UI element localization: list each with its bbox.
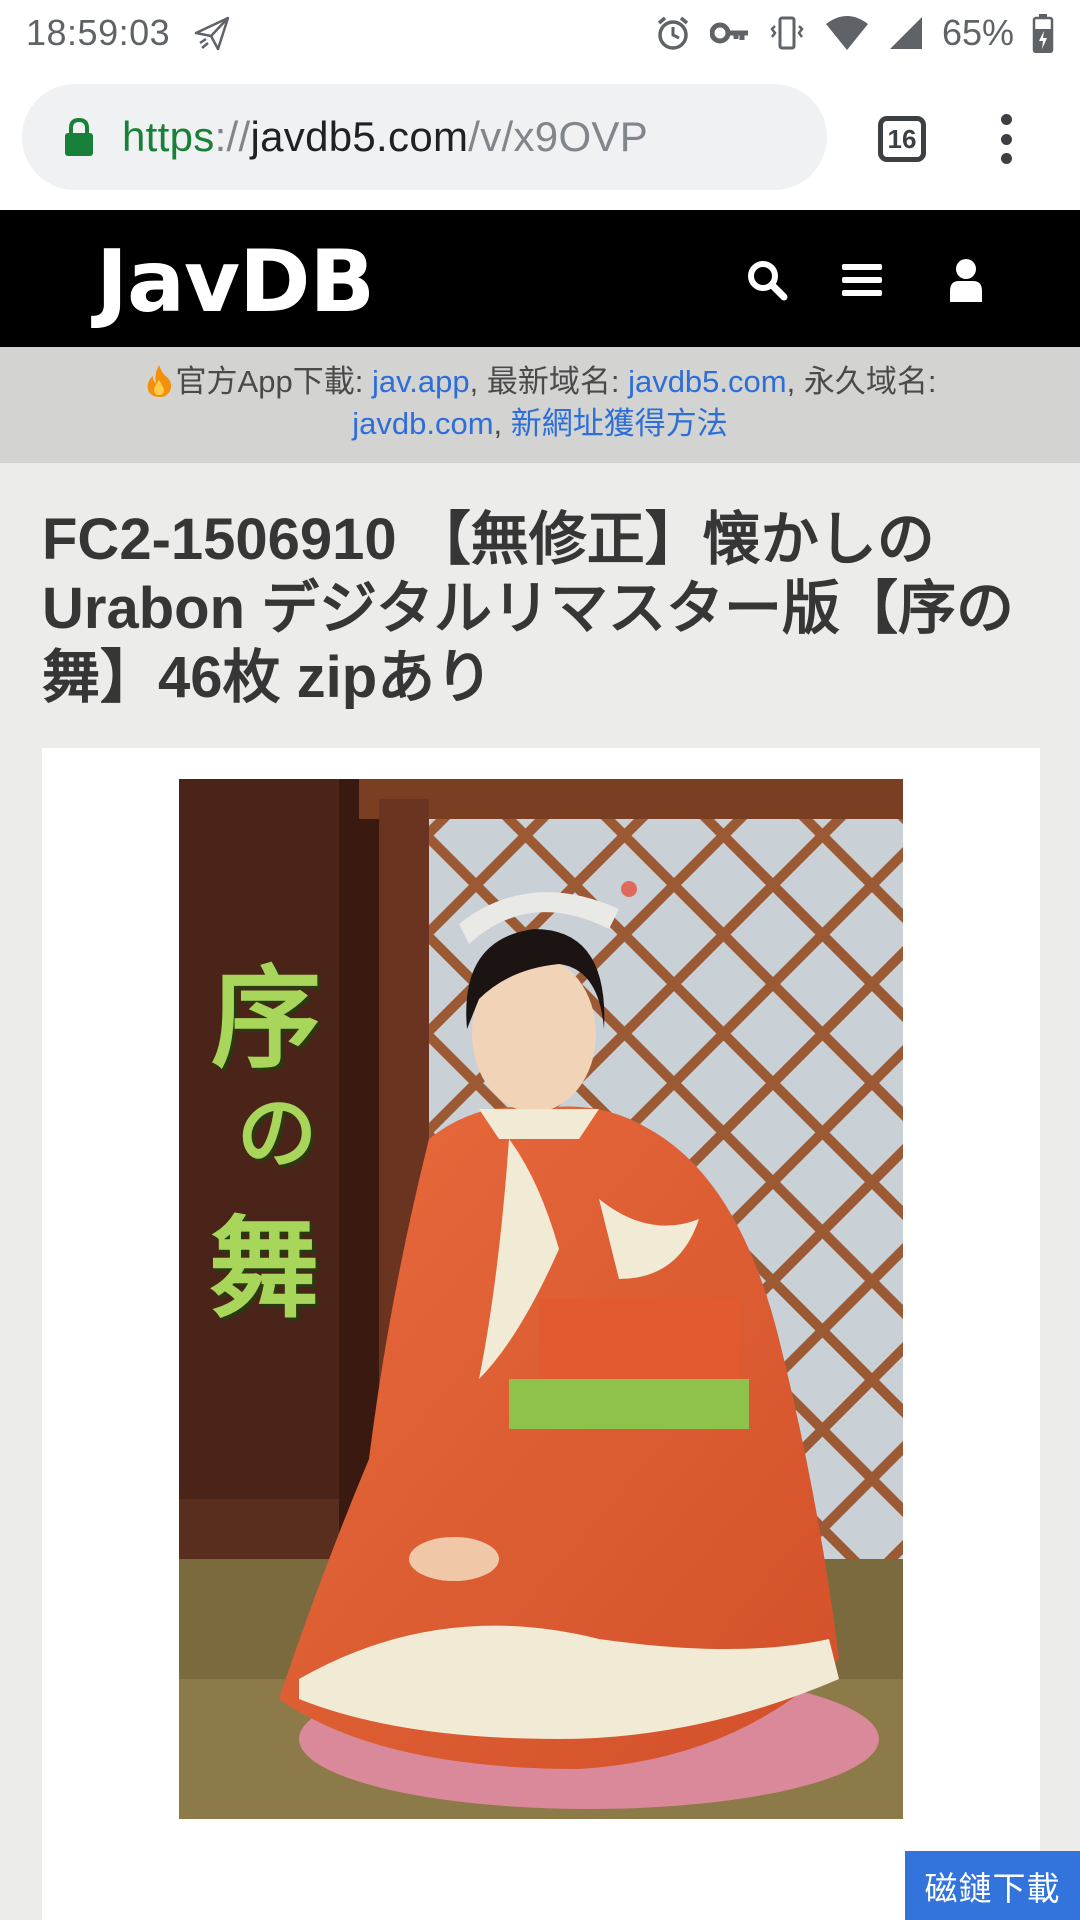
cover-title-1: 序 [211,954,321,1083]
tab-switcher-button[interactable]: 16 [878,116,926,162]
cover-card: 序 の 舞 [42,748,1040,1920]
fire-icon [147,365,171,398]
status-bar: 18:59:03 65% [0,0,1080,66]
cover-image[interactable]: 序 の 舞 [179,779,903,1819]
key-icon [709,22,748,44]
app-link[interactable]: jav.app [372,364,470,399]
signal-icon [889,17,922,49]
url-separator: :// [214,113,251,160]
search-icon[interactable] [745,258,789,302]
notice-prefix: 官方App下載: [175,364,372,399]
browser-toolbar: https://javdb5.com/v/x9OVP 16 [0,66,1080,210]
video-title: FC2-1506910 【無修正】懐かしのUrabon デジタルリマスター版【序… [42,507,1014,710]
notice-comma: , [493,406,511,441]
new-address-howto-link[interactable]: 新網址獲得方法 [511,406,728,441]
user-icon[interactable] [944,258,988,302]
permanent-domain-link[interactable]: javdb.com [352,406,493,441]
battery-icon [1032,14,1054,53]
url-scheme: https [122,113,215,160]
cover-title-2: の [237,1086,317,1180]
wifi-icon [825,16,868,50]
notice-permanent-label: , 永久域名: [786,364,937,399]
notice-latest-label: , 最新域名: [469,364,629,399]
lock-icon [65,117,93,156]
url-host: javdb5.com [250,113,469,160]
battery-percentage: 65% [941,12,1014,53]
alarm-icon [657,16,689,50]
address-bar[interactable]: https://javdb5.com/v/x9OVP [22,84,827,190]
more-menu-icon[interactable] [996,114,1016,164]
status-time: 18:59:03 [26,12,171,53]
send-icon [194,16,230,51]
latest-domain-link[interactable]: javdb5.com [628,364,787,399]
site-logo[interactable]: JavDB [96,232,375,332]
site-navbar: JavDB [0,210,1080,347]
vibrate-icon [770,16,804,50]
url-path: /v/x9OVP [468,113,649,160]
tab-count: 16 [887,123,917,154]
announcement-banner: 官方App下載: jav.app, 最新域名: javdb5.com, 永久域名… [0,347,1080,463]
magnet-download-button[interactable]: 磁鏈下載 [905,1851,1080,1920]
menu-icon[interactable] [840,258,884,302]
cover-title-3: 舞 [209,1204,319,1333]
url-text[interactable]: https://javdb5.com/v/x9OVP [122,113,648,161]
